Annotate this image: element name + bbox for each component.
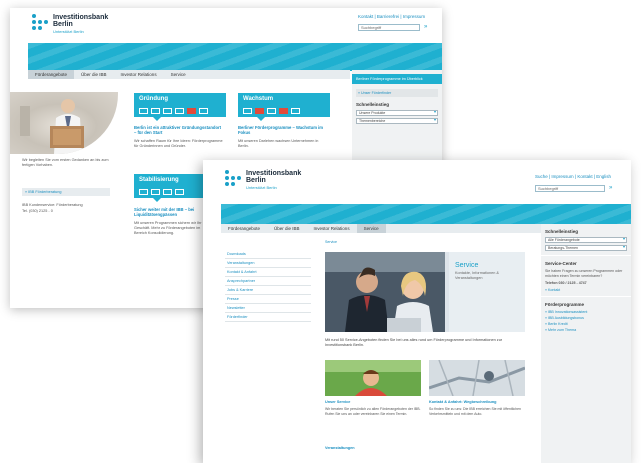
promo-gruendung-heading[interactable]: Berlin ist ein attraktiver Gründungsstan… xyxy=(134,125,224,135)
promo-arrow-icon xyxy=(152,116,162,121)
businessman-illustration xyxy=(20,99,84,154)
tab-foerderangebote[interactable]: Förderangebote xyxy=(28,70,75,79)
front-screenshot: Investitionsbank Berlin Unterstützt Berl… xyxy=(203,160,631,463)
left-link[interactable]: » IBB Förderberatung xyxy=(22,188,110,196)
tab-ueber-ibb[interactable]: Über die IBB xyxy=(267,224,307,233)
left-footer-1: IBB Kundenservice: Förderberatung xyxy=(22,203,83,207)
sidebar-contact-text: Sie haben Fragen zu unseren Programmen o… xyxy=(545,269,623,278)
top-links[interactable]: Suche | Impressum | Kontakt | English xyxy=(535,174,611,179)
sidebar-item[interactable]: » IBB Ausbildungsbonus xyxy=(545,316,627,320)
left-caption: Wir begleiten Sie vom ersten Gedanken an… xyxy=(22,158,109,167)
sidebar-promo[interactable]: Berliner Förderprogramme im Überblick xyxy=(352,74,442,84)
sidebar-second-title: Förderprogramme xyxy=(545,302,585,307)
sidebar-title: Schnelleinstieg xyxy=(356,102,390,107)
promo-stabilisierung-label: Stabilisierung xyxy=(139,177,179,183)
sidebar-title: Schnelleinstieg xyxy=(545,229,579,234)
header-band xyxy=(28,43,442,71)
search-input[interactable]: Suchbegriff xyxy=(358,24,420,31)
left-menu-item[interactable]: Jobs & Karriere xyxy=(225,286,311,295)
left-menu-item[interactable]: Ansprechpartner xyxy=(225,277,311,286)
sidebar-finder-link[interactable]: » Unser Förderfinder xyxy=(356,89,438,97)
main-nav: Förderangebote Über die IBB Investor Rel… xyxy=(28,70,350,79)
ibb-logo[interactable]: Investitionsbank Berlin Unterstützt Berl… xyxy=(225,170,301,190)
tab-ueber-ibb[interactable]: Über die IBB xyxy=(74,70,114,79)
left-menu-item[interactable]: Newsletter xyxy=(225,304,311,313)
left-menu-item[interactable]: Veranstaltungen xyxy=(225,259,311,268)
left-menu-item[interactable]: Kontakt & Anfahrt xyxy=(225,268,311,277)
sidebar-select-1[interactable]: Alle Förderangebote xyxy=(545,237,627,243)
header-band xyxy=(221,204,631,224)
promo-wachstum-text: Mit unseren Darlehen wachsen Unternehmen… xyxy=(238,139,319,148)
map-thumbnail[interactable] xyxy=(429,360,525,396)
logo-line2: Berlin xyxy=(246,177,266,184)
promo-gruendung-label: Gründung xyxy=(139,96,168,102)
logo-line1: Investitionsbank xyxy=(53,14,109,21)
col-2-heading[interactable]: Kontakt & Anfahrt: Wegbeschreibung xyxy=(429,400,525,404)
ibb-logo[interactable]: Investitionsbank Berlin Unterstützt Berl… xyxy=(32,14,108,34)
hero-image: Service Kontakte, Informationen & Verans… xyxy=(325,252,525,332)
child-photo xyxy=(325,360,421,396)
col-1-text: Wir beraten Sie persönlich zu allen Förd… xyxy=(325,407,421,416)
left-footer-2: Tel. (030) 2125 - 0 xyxy=(22,209,53,213)
trucks-icon xyxy=(243,108,300,114)
promo-stabilisierung-text: Mit unseren Programmen sichern wir Ihr G… xyxy=(134,221,202,235)
logo-dots-icon xyxy=(32,14,48,30)
sidebar-select-2[interactable]: Themenbereiche xyxy=(356,118,438,124)
promo-stabilisierung[interactable]: Stabilisierung xyxy=(134,174,206,202)
sidebar-item[interactable]: » Berlin Kredit xyxy=(545,322,627,326)
left-menu: Downloads Veranstaltungen Kontakt & Anfa… xyxy=(225,250,311,322)
front-sidebar: Schnelleinstieg Alle Förderangebote Bera… xyxy=(541,224,631,463)
logo-line2: Berlin xyxy=(53,21,73,28)
promo-arrow-icon xyxy=(256,116,266,121)
promo-arrow-icon xyxy=(152,197,162,202)
promo-gruendung[interactable]: Gründung xyxy=(134,93,226,121)
consultation-photo xyxy=(325,252,445,332)
map-photo xyxy=(429,360,525,396)
col-2-text: So finden Sie zu uns: Die IBB erreichen … xyxy=(429,407,521,416)
search-input[interactable]: Suchbegriff xyxy=(535,185,605,192)
hero-subtitle: Kontakte, Informationen & Veranstaltunge… xyxy=(455,271,499,280)
sidebar-select-1[interactable]: Unsere Produkte xyxy=(356,110,438,116)
logo-tagline: Unterstützt Berlin xyxy=(53,29,84,34)
promo-stabilisierung-heading[interactable]: Sicher weiter mit der IBB – bei Liquidit… xyxy=(134,207,206,217)
sidebar-item[interactable]: » Mehr zum Thema xyxy=(545,328,627,332)
left-menu-item[interactable]: Downloads xyxy=(225,250,311,259)
sidebar-contact-link[interactable]: » Kontakt xyxy=(545,288,627,292)
tab-service[interactable]: Service xyxy=(356,224,386,233)
breadcrumb[interactable]: Service xyxy=(325,240,337,244)
sidebar-divider xyxy=(541,255,631,256)
houses-icon xyxy=(139,189,184,195)
promo-wachstum-label: Wachstum xyxy=(243,96,274,102)
logo-line1: Investitionsbank xyxy=(246,170,302,177)
sidebar-item[interactable]: » IBB Innovationsassistent xyxy=(545,310,627,314)
tab-service[interactable]: Service xyxy=(164,70,193,79)
tab-investor-relations[interactable]: Investor Relations xyxy=(114,70,164,79)
logo-tagline: Unterstützt Berlin xyxy=(246,185,277,190)
logo-dots-icon xyxy=(225,170,241,186)
intro-text: Mit rund 50 Service-Angeboten finden Sie… xyxy=(325,338,503,347)
hero-title: Service xyxy=(455,262,479,269)
promo-wachstum-heading[interactable]: Berliner Förderprogramme – Wachstum im F… xyxy=(238,125,328,135)
search-go-icon[interactable]: » xyxy=(424,24,427,31)
main-nav: Förderangebote Über die IBB Investor Rel… xyxy=(221,224,541,233)
tab-investor-relations[interactable]: Investor Relations xyxy=(307,224,357,233)
search-go-icon[interactable]: » xyxy=(609,185,612,192)
sidebar-divider xyxy=(541,296,631,297)
promo-wachstum[interactable]: Wachstum xyxy=(238,93,330,121)
tab-foerderangebote[interactable]: Förderangebote xyxy=(221,224,267,233)
hero-panel: Service Kontakte, Informationen & Verans… xyxy=(449,252,525,332)
child-thumbnail[interactable] xyxy=(325,360,421,396)
businessman-photo xyxy=(10,92,118,154)
left-menu-item[interactable]: Förderfinder xyxy=(225,313,311,322)
bottom-heading[interactable]: Veranstaltungen xyxy=(325,446,525,450)
promo-gruendung-text: Wir schaffen Raum für Ihre Ideen: Förder… xyxy=(134,139,223,148)
sidebar-contact-title: Service-Center xyxy=(545,261,577,266)
houses-icon xyxy=(139,108,208,114)
sidebar-phone: Telefon 030 / 2125 - 4747 xyxy=(545,281,587,285)
top-links[interactable]: Kontakt | Barrierefrei | Impressum xyxy=(358,14,425,19)
left-menu-item[interactable]: Presse xyxy=(225,295,311,304)
col-1-heading[interactable]: Unser Service xyxy=(325,400,421,404)
sidebar-select-2[interactable]: Beratungs-Themen xyxy=(545,245,627,251)
